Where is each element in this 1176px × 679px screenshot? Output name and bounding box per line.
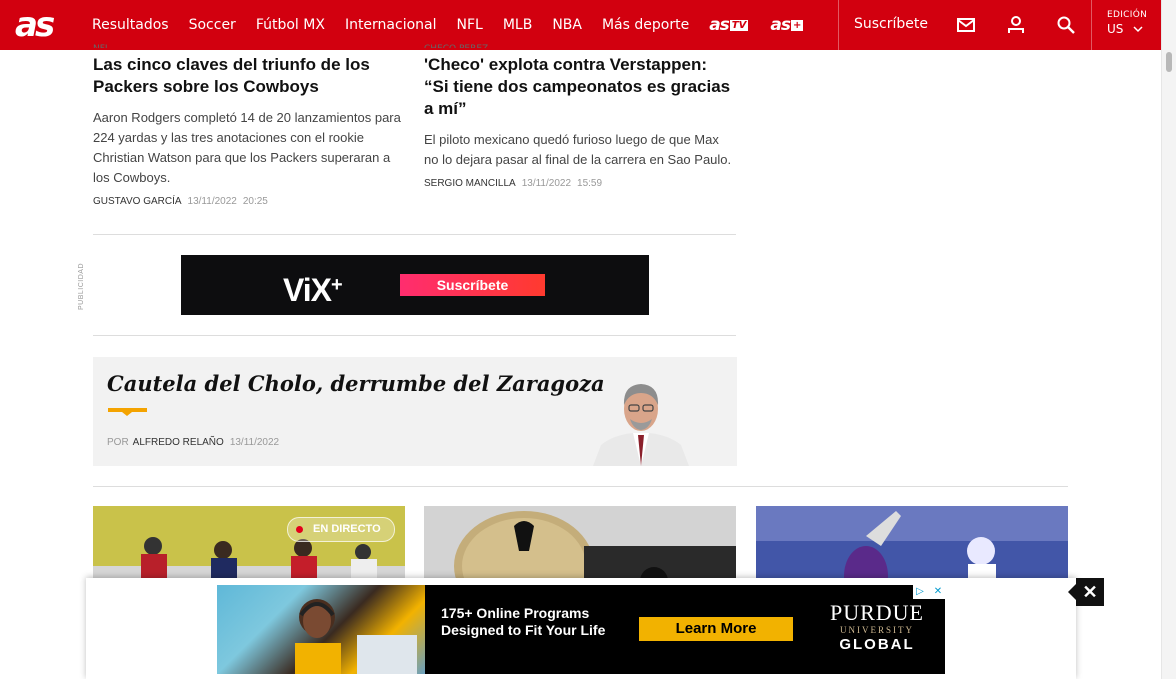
article-title[interactable]: Las cinco claves del triunfo de los Pack… — [93, 54, 405, 98]
as-tv-logo-text: as — [709, 15, 730, 35]
ad-label: PUBLICIDAD — [73, 262, 93, 312]
article-description: Aaron Rodgers completó 14 de 20 lanzamie… — [93, 110, 401, 185]
as-tv-tag: TV — [729, 20, 749, 31]
mail-icon[interactable] — [955, 14, 977, 36]
nav-nfl[interactable]: NFL — [457, 17, 483, 33]
article-meta: GUSTAVO GARCÍA 13/11/2022 20:25 — [93, 196, 405, 207]
opinion-card[interactable]: Cautela del Cholo, derrumbe del Zaragoza… — [93, 357, 737, 466]
article-time: 20:25 — [242, 196, 268, 207]
nav-mas-deporte[interactable]: Más deporte — [602, 17, 689, 33]
opinion-by: POR — [107, 437, 129, 448]
vix-subscribe-button[interactable]: Suscríbete — [400, 274, 545, 296]
purdue-logo: PURDUE UNIVERSITY GLOBAL — [817, 601, 937, 654]
nav-futbol-mx[interactable]: Fútbol MX — [256, 17, 325, 33]
ad-choices: ▷ ✕ — [913, 585, 945, 599]
nav-resultados[interactable]: Resultados — [92, 17, 169, 33]
edition-selector[interactable]: EDICIÓN US — [1107, 10, 1147, 36]
scrollbar-thumb[interactable] — [1166, 52, 1172, 72]
header-divider — [1091, 0, 1092, 50]
search-icon[interactable] — [1055, 14, 1077, 36]
as-plus-link[interactable]: as + — [770, 15, 804, 35]
nav-internacional[interactable]: Internacional — [345, 17, 437, 33]
top-header: as Resultados Soccer Fútbol MX Internaci… — [0, 0, 1161, 50]
ad-headline: 175+ Online Programs Designed to Fit You… — [441, 605, 605, 639]
ad-close-icon[interactable]: ✕ — [931, 585, 945, 599]
article-card[interactable]: NFL Las cinco claves del triunfo de los … — [93, 44, 405, 207]
article-kicker[interactable]: NFL — [93, 44, 405, 48]
purdue-logo-line2: UNIVERSITY — [840, 625, 914, 635]
ad-label-text: PUBLICIDAD — [78, 262, 85, 310]
as-plus-tag: + — [790, 20, 804, 31]
edition-label: EDICIÓN — [1107, 10, 1148, 20]
vix-logo-plus: + — [331, 274, 343, 296]
vix-logo-text: ViX — [283, 272, 332, 308]
article-meta: SERGIO MANCILLA 13/11/2022 15:59 — [424, 178, 736, 189]
bottom-ad-container: 175+ Online Programs Designed to Fit You… — [86, 578, 1076, 679]
ad-headline-line2: Designed to Fit Your Life — [441, 622, 606, 638]
section-divider — [93, 486, 1068, 487]
article-kicker[interactable]: CHECO PÉREZ — [424, 44, 736, 48]
opinion-meta: POR ALFREDO RELAÑO 13/11/2022 — [107, 437, 279, 448]
article-author[interactable]: SERGIO MANCILLA — [424, 178, 516, 189]
vix-ad-banner[interactable]: ViX+ Suscríbete — [181, 255, 649, 315]
page-scrollbar[interactable] — [1161, 0, 1176, 679]
edition-value-row: US — [1107, 22, 1147, 36]
ad-info-icon[interactable]: ▷ — [913, 585, 927, 599]
ad-headline-line1: 175+ Online Programs — [441, 605, 590, 621]
live-dot-icon — [296, 526, 303, 533]
as-plus-logo-text: as — [770, 15, 791, 35]
vix-logo: ViX+ — [283, 267, 343, 308]
article-date: 13/11/2022 — [521, 178, 572, 189]
main-nav: Resultados Soccer Fútbol MX Internaciona… — [92, 0, 825, 50]
as-logo[interactable]: as — [15, 6, 55, 44]
ad-student-photo — [217, 585, 425, 674]
student-illustration — [295, 599, 417, 674]
as-tv-link[interactable]: as TV — [709, 15, 749, 35]
article-author[interactable]: GUSTAVO GARCÍA — [93, 196, 182, 207]
article-time: 15:59 — [577, 178, 603, 189]
article-title[interactable]: 'Checo' explota contra Verstappen: “Si t… — [424, 54, 736, 120]
live-badge-label: EN DIRECTO — [313, 523, 381, 535]
nav-soccer[interactable]: Soccer — [189, 17, 236, 33]
section-divider — [93, 234, 736, 235]
author-portrait — [593, 384, 689, 466]
opinion-author[interactable]: ALFREDO RELAÑO — [133, 437, 224, 448]
close-ad-button[interactable]: ✕ — [1068, 578, 1104, 606]
user-icon[interactable] — [1005, 14, 1027, 36]
header-divider — [838, 0, 839, 50]
article-description: El piloto mexicano quedó furioso luego d… — [424, 132, 732, 167]
live-badge[interactable]: EN DIRECTO — [287, 517, 395, 542]
purdue-logo-line3: GLOBAL — [839, 636, 915, 653]
purdue-ad-banner[interactable]: 175+ Online Programs Designed to Fit You… — [217, 585, 945, 674]
edition-value: US — [1107, 22, 1124, 36]
learn-more-button[interactable]: Learn More — [639, 617, 793, 641]
nav-nba[interactable]: NBA — [552, 17, 582, 33]
article-card[interactable]: CHECO PÉREZ 'Checo' explota contra Verst… — [424, 44, 736, 189]
subscribe-link[interactable]: Suscríbete — [854, 16, 928, 32]
opinion-title[interactable]: Cautela del Cholo, derrumbe del Zaragoza — [107, 371, 605, 396]
chevron-down-icon — [1133, 26, 1143, 33]
opinion-date: 13/11/2022 — [229, 437, 280, 448]
article-date: 13/11/2022 — [187, 196, 237, 207]
section-divider — [93, 335, 736, 336]
purdue-logo-line1: PURDUE — [829, 600, 924, 625]
opinion-accent-mark — [108, 408, 147, 416]
nav-mlb[interactable]: MLB — [503, 17, 532, 33]
